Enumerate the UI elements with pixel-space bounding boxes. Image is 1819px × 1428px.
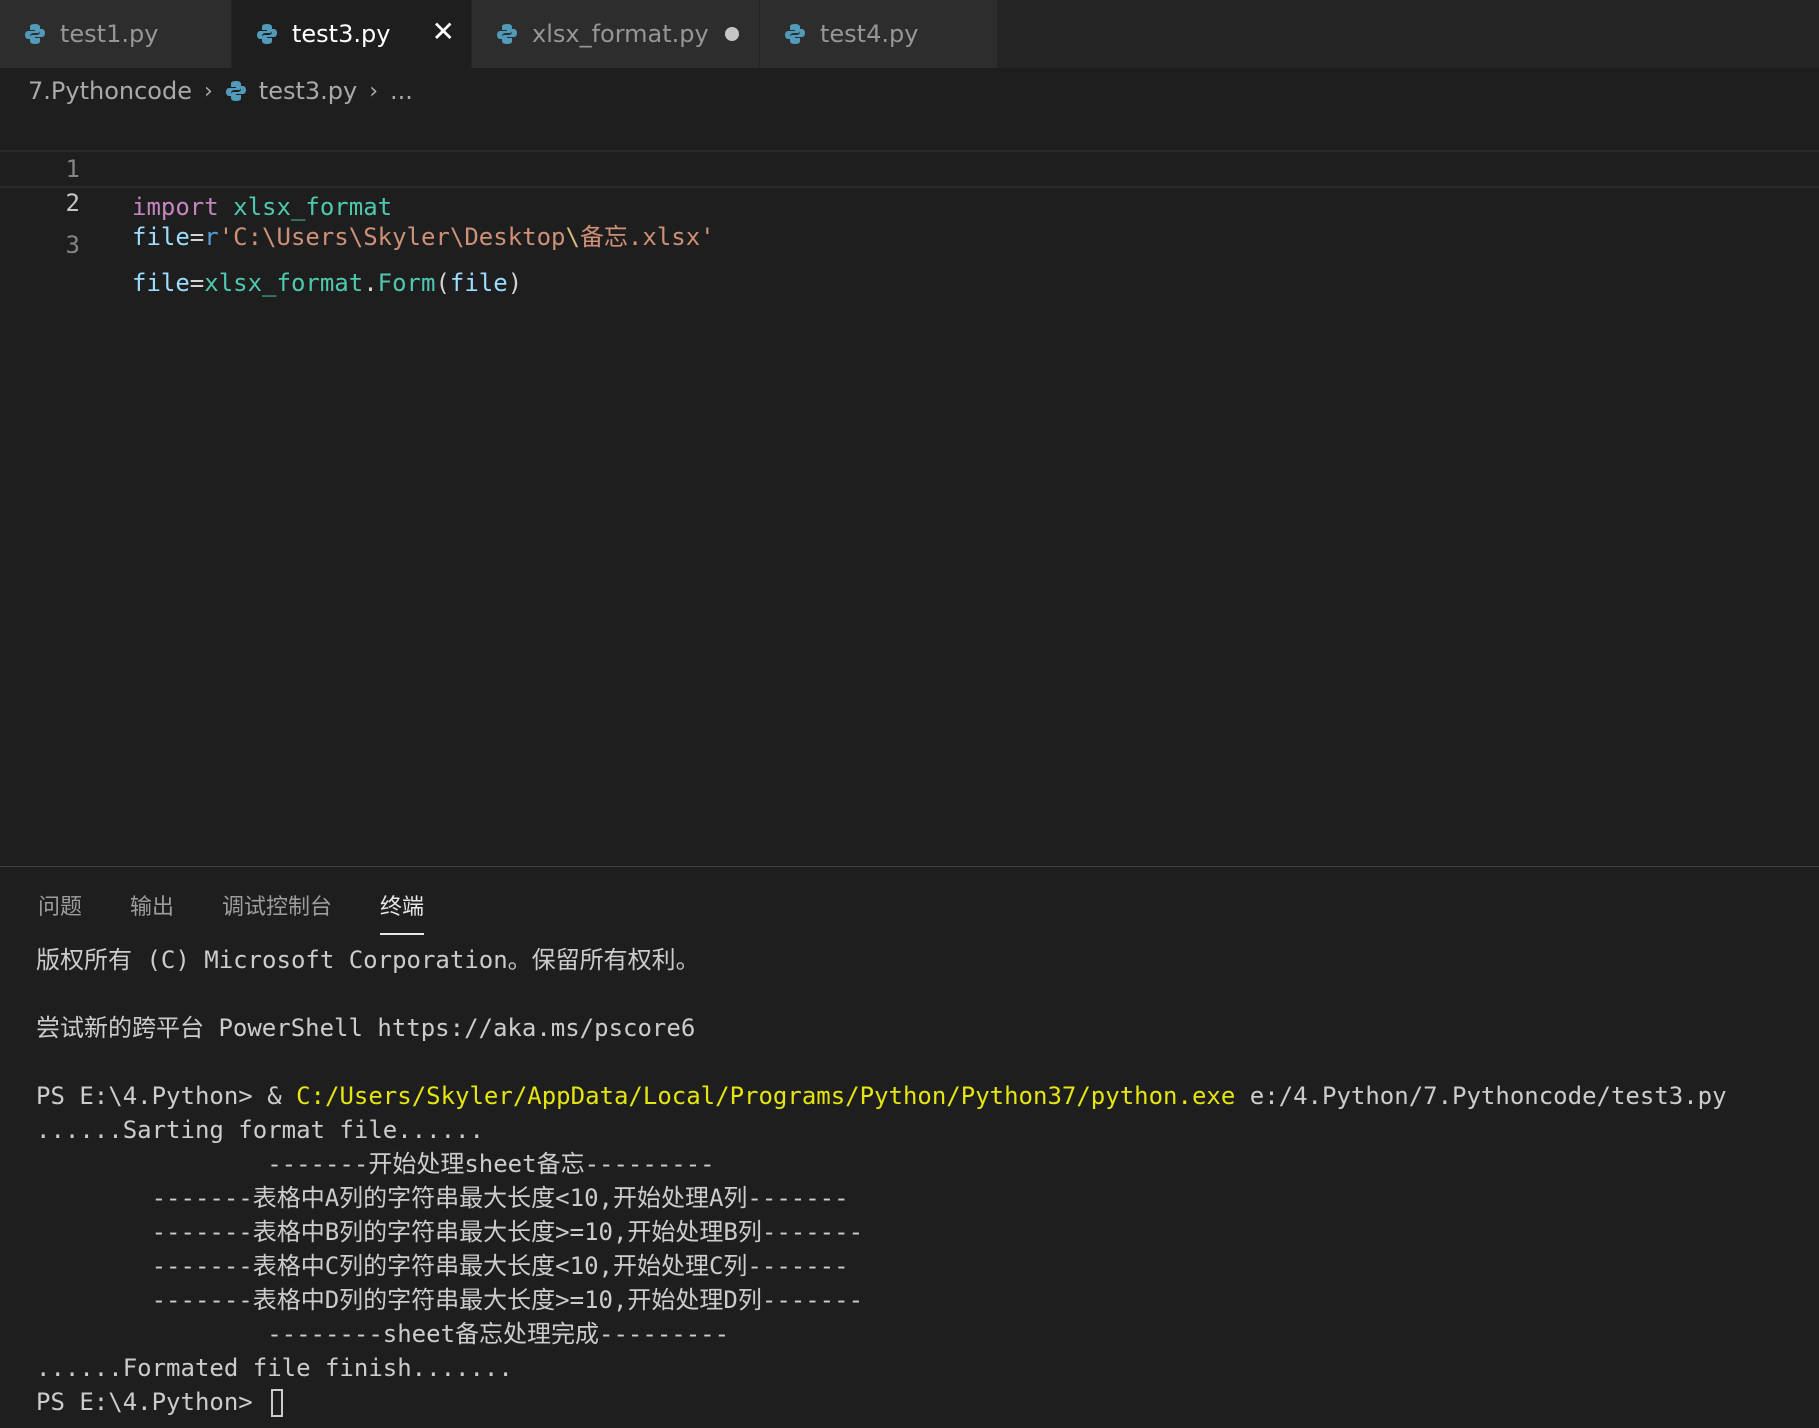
tab-test1[interactable]: test1.py [0,0,232,68]
panel-tab-bar: 问题 输出 调试控制台 终端 [0,867,1819,937]
tab-debug-console[interactable]: 调试控制台 [222,889,332,933]
breadcrumb-more[interactable]: ... [390,77,413,105]
variable-token: file [132,269,190,297]
terminal-line: 尝试新的跨平台 PowerShell https://aka.ms/pscore… [36,1014,696,1042]
variable-token: file [449,269,508,297]
escape-token: \ [565,223,580,251]
prompt-text: PS E:\4.Python> [36,1388,268,1416]
string-token: 'C:\Users\Skyler\Desktop [218,223,566,251]
tab-output[interactable]: 输出 [130,889,174,933]
operator-token: ( [435,269,450,297]
breadcrumb-file[interactable]: test3.py [259,77,357,105]
operator-token: ) [507,269,523,297]
tab-label: test1.py [60,20,159,48]
python-file-icon [785,24,805,44]
class-token: Form [377,269,436,297]
terminal-line: -------表格中C列的字符串最大长度<10,开始处理C列------- [36,1252,849,1280]
terminal-line: ......Sarting format file...... [36,1116,484,1144]
python-file-icon [225,81,246,101]
prompt-text: PS E:\4.Python> [36,1082,268,1110]
terminal-command-line: PS E:\4.Python> & C:/Users/Skyler/AppDat… [36,1079,1727,1113]
python-file-icon [497,24,517,44]
chevron-right-icon: › [369,78,379,104]
breadcrumb: 7.Pythoncode › test3.py › ... [28,74,413,108]
chevron-right-icon: › [203,78,213,104]
python-file-icon [25,24,45,44]
terminal-line: -------表格中B列的字符串最大长度>=10,开始处理B列------- [36,1218,864,1246]
variable-token: file [132,223,190,251]
code-line[interactable]: 3 file=xlsx_format.Form(file) [0,188,1819,297]
tab-test3[interactable]: test3.py ✕ [232,0,472,68]
code-line[interactable]: 1 import xlsx_format [0,112,1819,221]
tab-terminal[interactable]: 终端 [380,889,425,935]
tab-xlsx-format[interactable]: xlsx_format.py [472,0,760,68]
terminal-line: ......Formated file finish....... [36,1354,513,1382]
ampersand-text: & [267,1082,297,1110]
terminal-prompt-line[interactable]: PS E:\4.Python> [36,1385,284,1419]
terminal-line: 版权所有 (C) Microsoft Corporation。保留所有权利。 [36,946,700,974]
code-editor[interactable]: 1 import xlsx_format 2 file=r'C:\Users\S… [0,112,1819,864]
bottom-panel: 问题 输出 调试控制台 终端 版权所有 (C) Microsoft Corpor… [0,866,1819,1428]
python-file-icon [257,24,277,44]
line-number: 3 [65,231,80,259]
script-arg-path: e:/4.Python/7.Pythoncode/test3.py [1235,1082,1727,1110]
unsaved-dot-icon[interactable] [725,27,739,41]
string-token: 备忘.xlsx' [579,223,715,251]
tab-label: test3.py [292,20,391,48]
python-exe-path: C:/Users/Skyler/AppData/Local/Programs/P… [296,1082,1236,1110]
tab-problems[interactable]: 问题 [38,889,82,933]
terminal-line: -------开始处理sheet备忘--------- [36,1150,715,1178]
terminal-line: --------sheet备忘处理完成--------- [36,1320,730,1348]
terminal-line: -------表格中D列的字符串最大长度>=10,开始处理D列------- [36,1286,864,1314]
code-line-current[interactable]: 2 file=r'C:\Users\Skyler\Desktop\备忘.xlsx… [0,150,1819,251]
module-token: xlsx_format [204,269,364,297]
operator-token: = [189,223,205,251]
terminal-line: -------表格中A列的字符串最大长度<10,开始处理A列------- [36,1184,849,1212]
editor-tab-bar: test1.py test3.py ✕ xlsx_format.py test4… [0,0,1819,68]
tab-label: xlsx_format.py [532,20,709,48]
tab-label: test4.py [820,20,919,48]
terminal-cursor [271,1389,284,1417]
operator-token: = [189,269,205,297]
breadcrumb-folder[interactable]: 7.Pythoncode [28,77,192,105]
raw-prefix-token: r [204,223,219,251]
tab-test4[interactable]: test4.py [760,0,998,68]
operator-token: . [363,269,378,297]
close-tab-icon[interactable]: ✕ [432,18,455,46]
